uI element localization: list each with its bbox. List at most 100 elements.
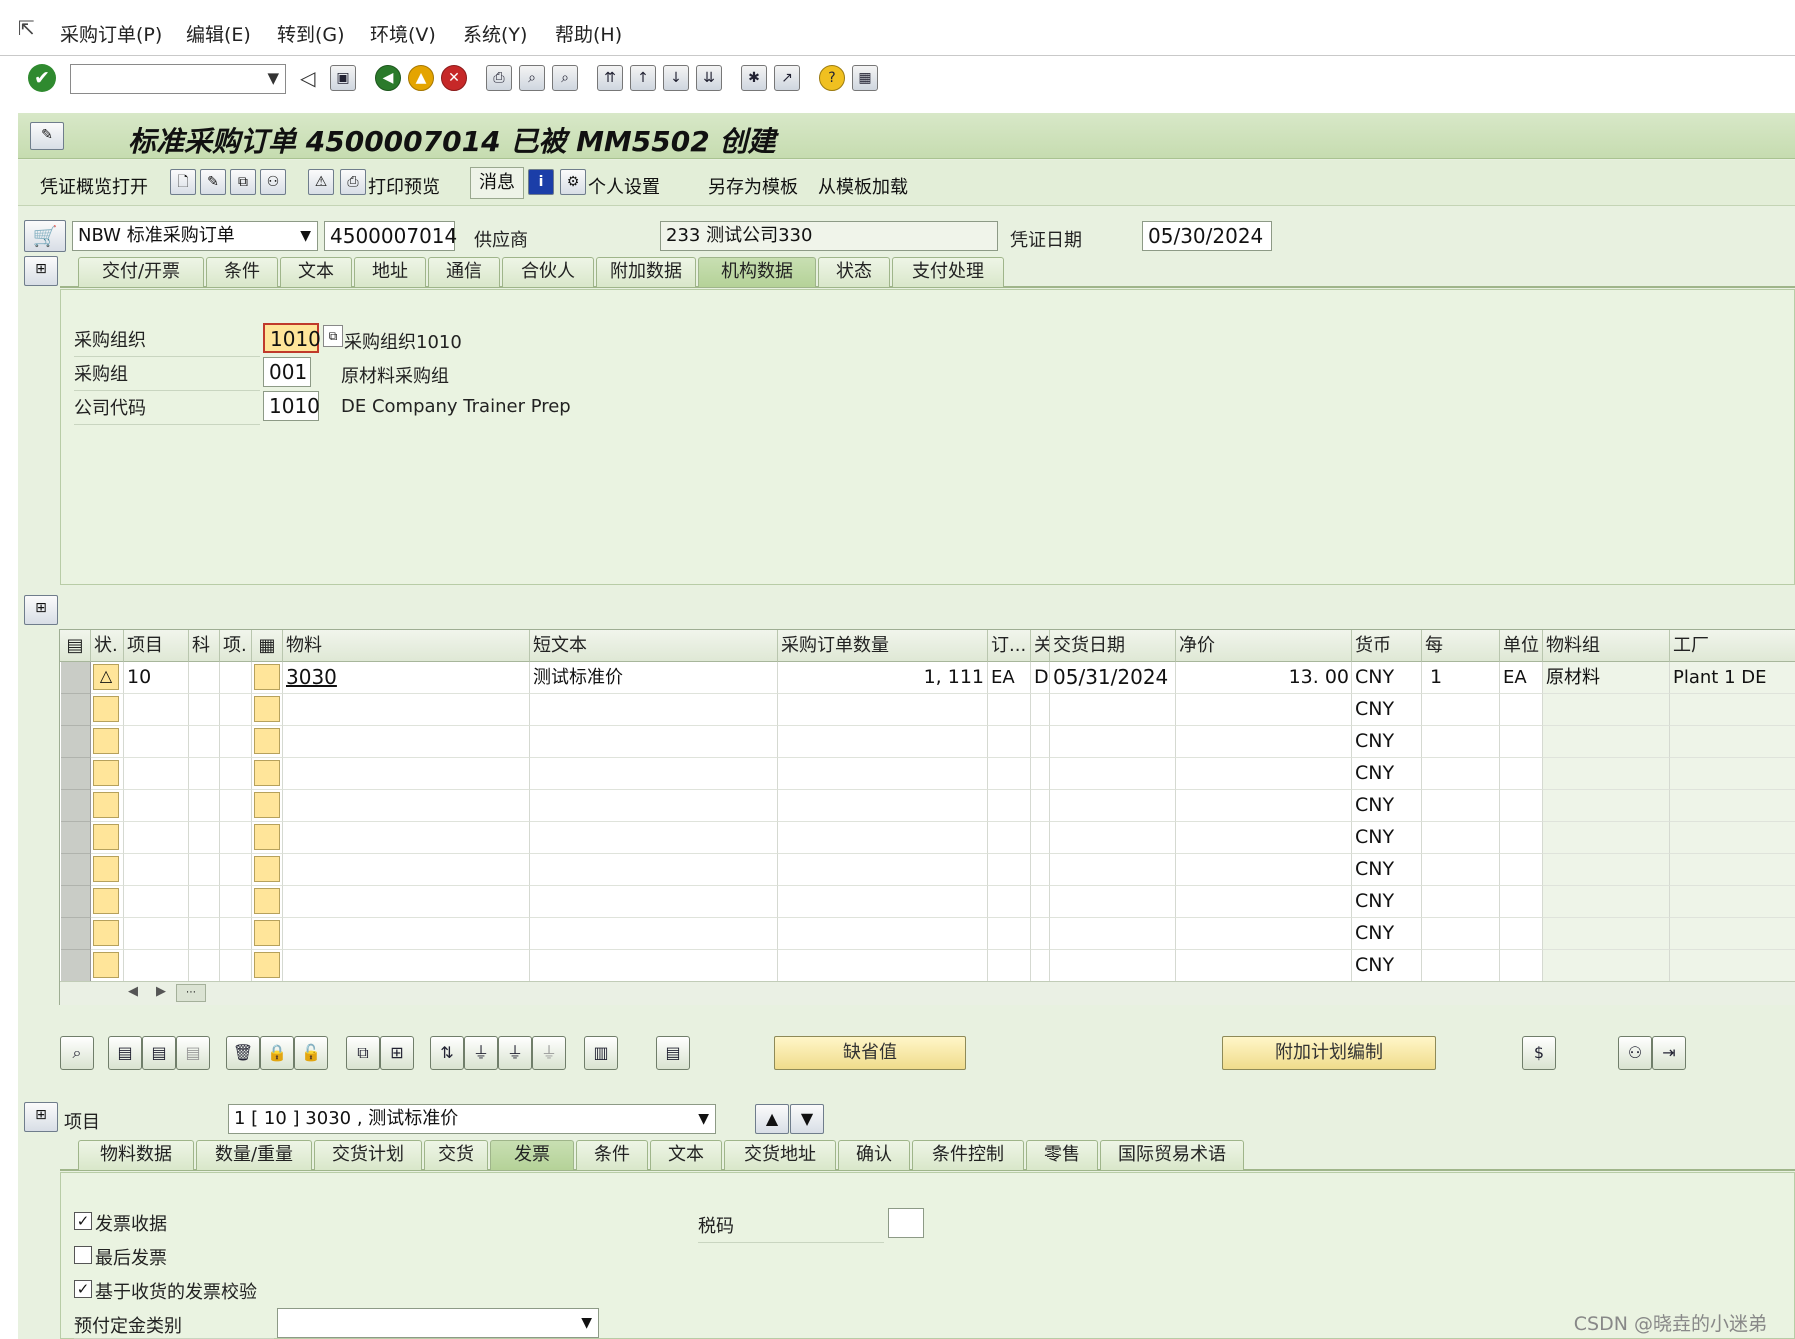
delivery-date-cell[interactable]: 05/31/2024	[1050, 662, 1176, 694]
table-cell[interactable]	[1422, 854, 1500, 886]
table-cell[interactable]	[1031, 726, 1050, 758]
select-cell[interactable]	[252, 950, 283, 982]
table-cell[interactable]	[1050, 918, 1176, 950]
table-cell[interactable]	[283, 886, 530, 918]
menu-goto[interactable]: 转到(G)	[277, 20, 345, 47]
collapse-toolbar-icon[interactable]: ◁	[300, 66, 315, 90]
tab-delivery-schedule[interactable]: 交货计划	[314, 1140, 422, 1170]
table-cell[interactable]	[1422, 726, 1500, 758]
table-cell[interactable]	[1031, 854, 1050, 886]
table-cell[interactable]	[1543, 790, 1670, 822]
purch-group-field[interactable]: 001	[263, 357, 311, 387]
col-acct-assignment[interactable]: 科	[189, 630, 220, 662]
table-cell[interactable]	[530, 854, 778, 886]
table-cell[interactable]	[1500, 886, 1543, 918]
copy-item-icon[interactable]: ▤	[142, 1036, 176, 1070]
status-cell[interactable]	[91, 854, 124, 886]
table-cell[interactable]	[189, 726, 220, 758]
item-list-icon[interactable]: ▤	[176, 1036, 210, 1070]
table-cell[interactable]	[1670, 758, 1795, 790]
enter-check-icon[interactable]: ✔	[28, 64, 56, 92]
currency-cell[interactable]: CNY	[1352, 790, 1422, 822]
currency-cell[interactable]: CNY	[1352, 886, 1422, 918]
order-unit-cell[interactable]: EA	[988, 662, 1031, 694]
scroll-thumb[interactable]: ⋯	[176, 984, 206, 1002]
table-cell[interactable]	[220, 950, 252, 982]
table-cell[interactable]	[124, 758, 189, 790]
collapse-header-icon[interactable]: ⊞	[24, 256, 58, 286]
load-from-template-button[interactable]: 从模板加载	[818, 173, 908, 199]
table-cell[interactable]	[124, 790, 189, 822]
table-cell[interactable]	[988, 694, 1031, 726]
table-cell[interactable]	[1176, 854, 1352, 886]
table-cell[interactable]	[1500, 822, 1543, 854]
chevron-down-icon[interactable]: ▼	[698, 1105, 709, 1133]
table-cell[interactable]	[1422, 758, 1500, 790]
table-cell[interactable]	[1670, 854, 1795, 886]
currency-cell[interactable]: CNY	[1352, 662, 1422, 694]
next-item-icon[interactable]: ▼	[790, 1104, 824, 1134]
col-unit[interactable]: 单位	[1500, 630, 1543, 662]
table-cell[interactable]	[189, 854, 220, 886]
table-cell[interactable]	[1543, 726, 1670, 758]
currency-cell[interactable]: CNY	[1352, 950, 1422, 982]
table-cell[interactable]	[1670, 950, 1795, 982]
tab-address[interactable]: 地址	[354, 257, 426, 287]
currency-cell[interactable]: CNY	[1352, 918, 1422, 950]
table-cell[interactable]	[988, 886, 1031, 918]
tab-additional-data[interactable]: 附加数据	[596, 257, 696, 287]
defaults-button[interactable]: 缺省值	[774, 1036, 966, 1070]
find-next-icon[interactable]: ⌕	[552, 65, 578, 91]
col-delivery-date[interactable]: 交货日期	[1050, 630, 1176, 662]
table-settings-icon[interactable]: ▤	[60, 630, 91, 662]
tab-quantities-weights[interactable]: 数量/重量	[196, 1140, 312, 1170]
table-cell[interactable]	[778, 694, 988, 726]
select-cell[interactable]	[252, 790, 283, 822]
table-cell[interactable]	[1543, 918, 1670, 950]
table-cell[interactable]	[189, 694, 220, 726]
tab-retail[interactable]: 零售	[1026, 1140, 1098, 1170]
table-cell[interactable]	[1050, 694, 1176, 726]
row-selector[interactable]	[61, 854, 91, 886]
tab-condition-control[interactable]: 条件控制	[912, 1140, 1024, 1170]
category-cell[interactable]	[220, 662, 252, 694]
table-cell[interactable]	[283, 758, 530, 790]
print-preview-button[interactable]: 打印预览	[368, 173, 440, 199]
table-cell[interactable]	[530, 790, 778, 822]
info-icon[interactable]: i	[528, 169, 554, 195]
other-document-icon[interactable]: ⧉	[230, 169, 256, 195]
table-cell[interactable]	[1031, 950, 1050, 982]
currency-cell[interactable]: CNY	[1352, 854, 1422, 886]
dp-category-select[interactable]: ▼	[277, 1308, 599, 1338]
table-cell[interactable]	[1031, 918, 1050, 950]
cancel-icon[interactable]: ✕	[441, 65, 467, 91]
table-cell[interactable]	[1050, 790, 1176, 822]
chevron-down-icon[interactable]: ▼	[267, 69, 279, 87]
purch-org-field[interactable]: 1010	[263, 323, 321, 353]
print-icon[interactable]: ⎙	[486, 65, 512, 91]
tab-material-data[interactable]: 物料数据	[78, 1140, 194, 1170]
horizontal-scrollbar[interactable]: ◀ ▶ ⋯	[60, 981, 1795, 1005]
select-cell[interactable]	[252, 758, 283, 790]
col-short-text[interactable]: 短文本	[530, 630, 778, 662]
hold-icon[interactable]: ⚇	[260, 169, 286, 195]
table-cell[interactable]	[283, 726, 530, 758]
layout-menu-icon[interactable]: ▦	[852, 65, 878, 91]
print-preview-icon[interactable]: ⎙	[340, 169, 366, 195]
tab-invoice[interactable]: 发票	[490, 1140, 574, 1170]
table-cell[interactable]	[778, 886, 988, 918]
next-page-icon[interactable]: ↓	[663, 65, 689, 91]
first-page-icon[interactable]: ⇈	[597, 65, 623, 91]
table-cell[interactable]	[124, 822, 189, 854]
item-cell[interactable]: 10	[124, 662, 189, 694]
table-cell[interactable]	[530, 886, 778, 918]
personal-settings-icon[interactable]: ⚙	[560, 169, 586, 195]
col-item[interactable]: 项目	[124, 630, 189, 662]
table-cell[interactable]	[1176, 790, 1352, 822]
row-selector[interactable]	[61, 758, 91, 790]
col-status[interactable]: 状.	[91, 630, 124, 662]
filter-settings-icon[interactable]: ⏚	[498, 1036, 532, 1070]
table-cell[interactable]	[778, 950, 988, 982]
shortcut-icon[interactable]: ↗	[774, 65, 800, 91]
tab-item-conditions[interactable]: 条件	[576, 1140, 648, 1170]
